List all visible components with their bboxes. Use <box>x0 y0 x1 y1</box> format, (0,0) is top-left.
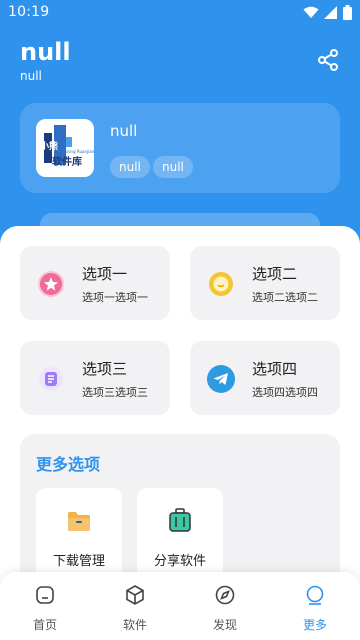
option-title: 选项四 <box>252 360 298 378</box>
tab-label: 更多 <box>302 618 327 632</box>
status-time: 10:19 <box>8 4 50 20</box>
tab-label: 软件 <box>122 618 147 632</box>
home-icon <box>36 586 54 604</box>
smile-icon <box>209 272 233 296</box>
page-title: null <box>20 38 71 66</box>
option-title: 选项一 <box>82 265 128 283</box>
wifi-icon <box>303 6 319 18</box>
document-icon <box>39 367 63 391</box>
page-subtitle: null <box>20 69 42 83</box>
tab-more[interactable]: 更多 <box>270 572 360 640</box>
app-info-card[interactable]: 小熊 Xiaoxiong Ruanjianku 软件库 null null nu… <box>20 103 340 193</box>
option-3-card[interactable]: 选项三 选项三选项三 <box>20 341 170 415</box>
star-icon <box>38 271 64 297</box>
bottom-tab-bar: 首页 软件 发现 更多 <box>0 572 360 640</box>
app-logo: 小熊 Xiaoxiong Ruanjianku 软件库 <box>36 119 94 177</box>
section-title: 更多选项 <box>36 455 101 474</box>
more-icon <box>306 585 324 605</box>
share-button[interactable] <box>314 46 342 74</box>
status-icons <box>303 5 352 20</box>
option-subtitle: 选项一选项一 <box>82 291 148 304</box>
option-2-card[interactable]: 选项二 选项二选项二 <box>190 246 340 320</box>
telegram-icon <box>207 365 235 393</box>
folder-icon <box>68 512 90 531</box>
tab-label: 首页 <box>32 618 57 632</box>
briefcase-icon <box>169 508 191 532</box>
option-subtitle: 选项二选项二 <box>252 291 318 304</box>
tool-label: 下载管理 <box>52 554 105 569</box>
share-icon <box>318 49 338 71</box>
tab-software[interactable]: 软件 <box>90 572 180 640</box>
option-subtitle: 选项四选项四 <box>252 386 318 399</box>
option-1-card[interactable]: 选项一 选项一选项一 <box>20 246 170 320</box>
app-name: null <box>110 122 138 140</box>
app-tag: null <box>153 156 193 178</box>
tool-label: 分享软件 <box>153 554 206 569</box>
option-title: 选项二 <box>252 265 298 283</box>
option-subtitle: 选项三选项三 <box>82 386 148 399</box>
tab-home[interactable]: 首页 <box>0 572 90 640</box>
tab-label: 发现 <box>212 618 237 632</box>
svg-text:Xiaoxiong Ruanjianku: Xiaoxiong Ruanjianku <box>56 149 94 154</box>
compass-icon <box>215 585 235 605</box>
option-4-card[interactable]: 选项四 选项四选项四 <box>190 341 340 415</box>
signal-icon <box>324 6 337 19</box>
option-title: 选项三 <box>82 360 128 378</box>
svg-text:软件库: 软件库 <box>52 155 82 168</box>
battery-icon <box>343 5 352 20</box>
app-tag: null <box>110 156 150 178</box>
status-bar: 10:19 <box>0 0 360 26</box>
tab-discover[interactable]: 发现 <box>180 572 270 640</box>
box-icon <box>126 585 144 605</box>
